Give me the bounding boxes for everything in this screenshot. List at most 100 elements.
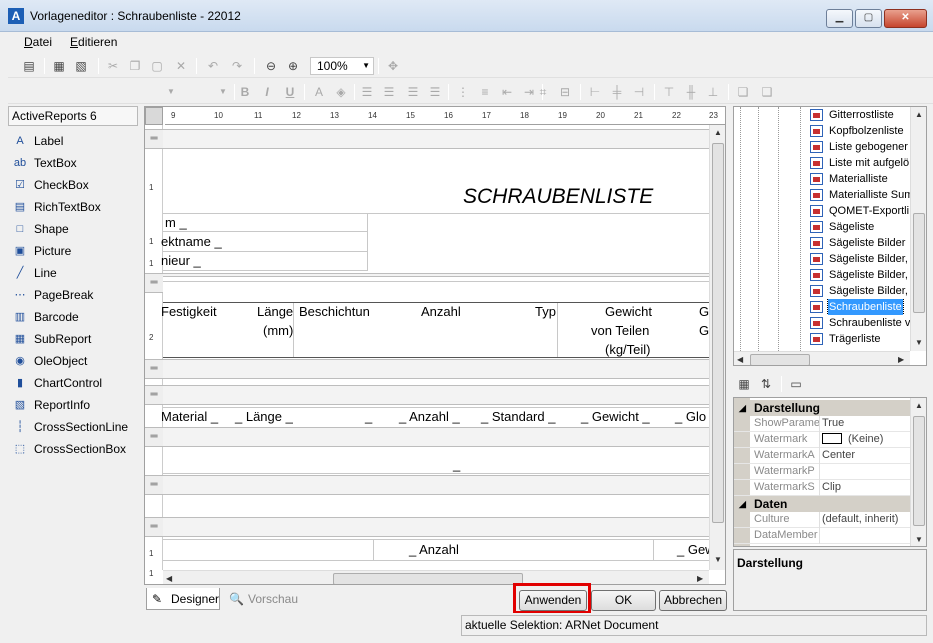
align-bottoms-icon[interactable]: ⊥ (704, 83, 722, 101)
header-field[interactable]: m _ (165, 215, 187, 230)
font-name-chevron-icon[interactable]: ▼ (162, 83, 180, 101)
tool-textbox[interactable]: ab TextBox (10, 153, 138, 173)
header-field[interactable]: nieur _ (161, 253, 201, 268)
band-separator[interactable] (163, 359, 709, 379)
fill-color-icon[interactable]: ◈ (332, 83, 350, 101)
property-row[interactable]: WatermarkP (734, 464, 910, 480)
scroll-thumb[interactable] (712, 143, 724, 523)
property-category[interactable]: ◢ Daten (734, 496, 910, 512)
detail-field[interactable]: _ Glo (675, 409, 706, 424)
tool-oleobject[interactable]: ◉ OleObject (10, 351, 138, 371)
tree-horizontal-scrollbar[interactable]: ◀ ▶ (734, 351, 910, 365)
column-header[interactable]: Länge (257, 304, 293, 319)
band-handle[interactable]: ═ (145, 359, 163, 379)
band-separator[interactable] (163, 273, 709, 277)
detail-field[interactable]: _ Standard _ (481, 409, 555, 424)
tool-line[interactable]: ╱ Line (10, 263, 138, 283)
column-header[interactable]: Festigkeit (161, 304, 217, 319)
tool-crosssectionline[interactable]: ┆ CrossSectionLine (10, 417, 138, 437)
report-designer[interactable]: 9 10 11 12 13 14 15 16 17 18 19 20 21 22… (144, 106, 726, 585)
font-size-chevron-icon[interactable]: ▼ (214, 83, 232, 101)
group-field[interactable]: _ (453, 457, 460, 472)
zoom-in-icon[interactable]: ⊕ (284, 57, 302, 75)
band-separator[interactable] (163, 385, 709, 405)
detail-field[interactable]: _ Gewicht _ (581, 409, 650, 424)
menu-datei[interactable]: Datei (24, 35, 52, 49)
band-handle[interactable]: ═ (145, 517, 163, 537)
indent-decrease-icon[interactable]: ⇤ (498, 83, 516, 101)
scroll-thumb[interactable] (913, 416, 925, 526)
scroll-up-icon[interactable]: ▲ (915, 401, 923, 410)
band-handle[interactable]: ═ (145, 475, 163, 495)
tree-vertical-scrollbar[interactable]: ▲ ▼ (910, 107, 926, 351)
sort-alphabetical-icon[interactable]: ⇅ (757, 375, 775, 393)
detail-field[interactable]: _ Länge _ (235, 409, 293, 424)
justify-icon[interactable]: ☰ (426, 83, 444, 101)
copy-icon[interactable]: ❐ (126, 57, 144, 75)
column-header[interactable]: G (699, 323, 709, 338)
zoom-out-icon[interactable]: ⊖ (262, 57, 280, 75)
font-color-icon[interactable]: A (310, 83, 328, 101)
size-to-grid-icon[interactable]: ⌗ (534, 83, 552, 101)
cancel-button[interactable]: Abbrechen (659, 590, 727, 611)
import-template-icon[interactable]: ▧ (72, 57, 90, 75)
band-separator[interactable] (163, 517, 709, 537)
save-icon[interactable]: ▤ (20, 57, 38, 75)
minimize-button[interactable]: ▁ (826, 9, 853, 28)
bold-button[interactable]: B (236, 83, 254, 101)
open-template-icon[interactable]: ▦ (50, 57, 68, 75)
detail-field[interactable]: _ (365, 409, 372, 424)
tool-checkbox[interactable]: ☑ CheckBox (10, 175, 138, 195)
band-handle[interactable]: ═ (145, 273, 163, 293)
zoom-select[interactable]: 100% ▼ (310, 57, 374, 75)
scroll-thumb[interactable] (333, 573, 523, 584)
align-left-icon[interactable]: ☰ (358, 83, 376, 101)
column-header[interactable]: Anzahl (421, 304, 461, 319)
column-header[interactable]: G (699, 304, 709, 319)
band-handle[interactable]: ═ (145, 385, 163, 405)
property-category[interactable]: ◢ Darstellung (734, 400, 910, 416)
scroll-left-icon[interactable]: ◀ (737, 355, 743, 364)
scroll-thumb[interactable] (750, 354, 810, 365)
align-middles-icon[interactable]: ╫ (682, 83, 700, 101)
scroll-down-icon[interactable]: ▼ (714, 555, 722, 564)
footer-field[interactable]: _ Anzahl (409, 542, 459, 557)
center-horizontally-icon[interactable]: ⊟ (556, 83, 574, 101)
column-header[interactable]: (kg/Teil) (605, 342, 651, 357)
ok-button[interactable]: OK (591, 590, 656, 611)
redo-icon[interactable]: ↷ (228, 57, 246, 75)
menu-editieren[interactable]: Editieren (70, 35, 117, 49)
scroll-up-icon[interactable]: ▲ (714, 128, 722, 137)
property-grid[interactable]: ◢ Darstellung ShowParame True Watermark (Ke… (733, 397, 927, 547)
scroll-down-icon[interactable]: ▼ (915, 535, 923, 544)
tool-barcode[interactable]: ▥ Barcode (10, 307, 138, 327)
designer-vertical-scrollbar[interactable]: ▲ ▼ (709, 125, 725, 570)
scroll-down-icon[interactable]: ▼ (915, 338, 923, 347)
tool-subreport[interactable]: ▦ SubReport (10, 329, 138, 349)
italic-button[interactable]: I (258, 83, 276, 101)
ruler-corner[interactable] (145, 107, 163, 125)
property-row[interactable]: ShowParame True (734, 416, 910, 432)
undo-icon[interactable]: ↶ (204, 57, 222, 75)
move-icon[interactable]: ✥ (384, 57, 402, 75)
send-to-back-icon[interactable]: ❑ (758, 83, 776, 101)
tool-label[interactable]: A Label (10, 131, 138, 151)
column-header[interactable]: von Teilen (591, 323, 649, 338)
tool-crosssectionbox[interactable]: ⬚ CrossSectionBox (10, 439, 138, 459)
underline-button[interactable]: U (281, 83, 299, 101)
detail-field[interactable]: Material _ (161, 409, 218, 424)
tool-shape[interactable]: □ Shape (10, 219, 138, 239)
report-explorer-tree[interactable]: Gitterrostliste Kopfbolzenliste Liste ge… (733, 106, 927, 366)
property-grid-scrollbar[interactable]: ▲ ▼ (910, 398, 926, 546)
tool-reportinfo[interactable]: ▧ ReportInfo (10, 395, 138, 415)
property-row[interactable]: WatermarkS Clip (734, 480, 910, 496)
categorized-icon[interactable]: ▦ (735, 375, 753, 393)
font-name-select[interactable] (12, 83, 78, 101)
numbered-list-icon[interactable]: ≡ (476, 83, 494, 101)
cut-icon[interactable]: ✂ (104, 57, 122, 75)
delete-icon[interactable]: ✕ (172, 57, 190, 75)
toolbox-header[interactable]: ActiveReports 6 (8, 106, 138, 126)
maximize-button[interactable]: ▢ (855, 9, 882, 28)
tab-designer[interactable]: ✎ Designer (146, 588, 220, 610)
property-row[interactable]: WatermarkA Center (734, 448, 910, 464)
